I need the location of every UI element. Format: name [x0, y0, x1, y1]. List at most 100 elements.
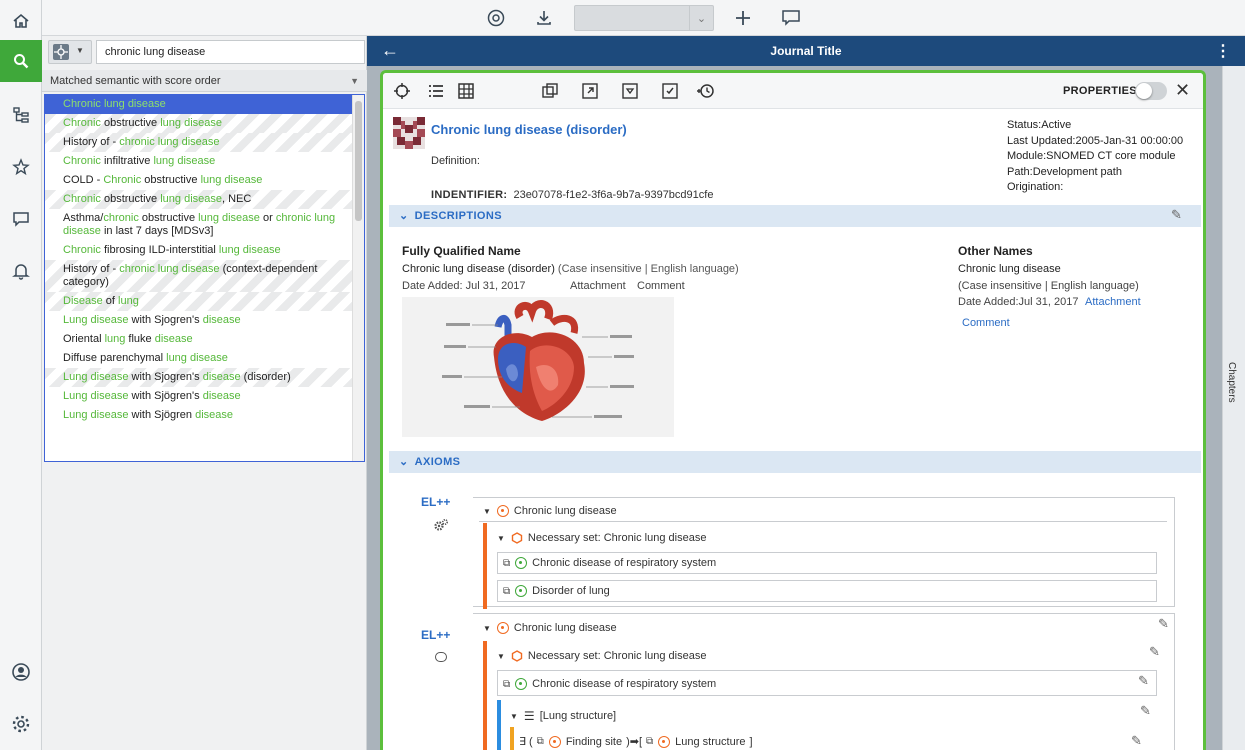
account-icon[interactable]: [0, 651, 42, 693]
gears-icon[interactable]: [433, 517, 449, 536]
search-result-item[interactable]: Chronic infiltrative lung disease: [45, 152, 364, 171]
search-result-item[interactable]: Lung disease with Sjogren's disease: [45, 311, 364, 330]
bell-icon[interactable]: [0, 250, 42, 292]
chat-icon[interactable]: [0, 198, 42, 240]
properties-toggle[interactable]: [1135, 82, 1167, 100]
chevron-down-icon: ▼: [350, 76, 359, 86]
axiom2-root-row[interactable]: ▼ Chronic lung disease: [483, 622, 617, 634]
list-icon[interactable]: [425, 80, 447, 102]
close-icon[interactable]: ✕: [1175, 80, 1190, 101]
axiom2-set-row[interactable]: ▼ Necessary set: Chronic lung disease: [497, 650, 706, 662]
table-icon[interactable]: [455, 80, 477, 102]
concept-orange-icon: [548, 735, 561, 748]
taxonomy-icon[interactable]: [0, 94, 42, 136]
fqn-row: Chronic lung disease (disorder) (Case in…: [402, 263, 739, 275]
axioms-section-header[interactable]: ⌄ AXIOMS: [389, 451, 1201, 473]
properties-label: PROPERTIES: [1063, 85, 1137, 97]
external-link-icon: ⧉: [503, 678, 511, 690]
definition-label: Definition:: [431, 155, 480, 167]
other-name-flags: (Case insensitive | English language): [958, 280, 1139, 292]
search-result-item[interactable]: History of - chronic lung disease (conte…: [45, 260, 364, 292]
concept-green-icon: [515, 678, 528, 690]
target-icon[interactable]: [484, 6, 508, 30]
search-results-list: Chronic lung disease Chronic obstructive …: [44, 94, 365, 462]
search-result-item[interactable]: Oriental lung fluke disease: [45, 330, 364, 349]
more-vert-icon[interactable]: ⋮: [1215, 41, 1231, 61]
sort-mode-select[interactable]: Matched semantic with score order ▼: [42, 70, 367, 92]
checkbox-icon[interactable]: [659, 80, 681, 102]
search-result-item[interactable]: Chronic lung disease: [45, 95, 364, 114]
external-link-icon: ⧉: [503, 585, 511, 597]
copy-icon[interactable]: [539, 80, 561, 102]
settings-icon[interactable]: [0, 703, 42, 745]
hexagon-icon: [511, 650, 523, 662]
concept-orange-icon: [496, 622, 509, 634]
home-icon[interactable]: [0, 0, 42, 42]
edit-pencil-icon[interactable]: ✎: [1131, 733, 1142, 749]
meta-last-updated: Last Updated:2005-Jan-31 00:00:00: [1007, 134, 1184, 147]
search-result-item[interactable]: Lung disease with Sjögren disease: [45, 406, 364, 425]
edit-pencil-icon[interactable]: ✎: [1140, 703, 1151, 719]
axiom-set-bar: [483, 641, 487, 750]
axiom1-set-row[interactable]: ▼ Necessary set: Chronic lung disease: [497, 532, 706, 544]
chevron-down-icon: ⌄: [399, 210, 409, 222]
search-result-item[interactable]: Chronic obstructive lung disease, NEC: [45, 190, 364, 209]
search-result-item[interactable]: Lung disease with Sjogren's disease (dis…: [45, 368, 364, 387]
speech-bubble-icon[interactable]: [435, 652, 447, 662]
edit-pencil-icon[interactable]: ✎: [1149, 644, 1160, 660]
other-name-comment-link[interactable]: Comment: [962, 317, 1010, 329]
search-result-item[interactable]: COLD - Chronic obstructive lung disease: [45, 171, 364, 190]
search-result-item[interactable]: History of - chronic lung disease: [45, 133, 364, 152]
fqn-flags: (Case insensitive | English language): [557, 263, 739, 275]
fqn-attachment-link[interactable]: Attachment: [570, 280, 626, 292]
publish-icon[interactable]: [619, 80, 641, 102]
descriptions-section-header[interactable]: ⌄ DESCRIPTIONS: [389, 205, 1201, 227]
chapters-label[interactable]: Chapters: [1226, 362, 1237, 403]
heart-diagram-image[interactable]: [402, 297, 674, 437]
results-scrollbar[interactable]: [352, 95, 364, 461]
search-mode-dropdown[interactable]: ▼: [48, 40, 92, 64]
axiom-role-bar: [510, 727, 514, 750]
comment-icon[interactable]: [779, 6, 803, 30]
left-rail: [0, 0, 42, 750]
chapters-panel[interactable]: [1222, 66, 1245, 750]
edit-pencil-icon[interactable]: ✎: [1158, 616, 1169, 632]
descriptions-label: DESCRIPTIONS: [414, 210, 502, 222]
axiom-group-bar: [497, 700, 501, 750]
search-result-item[interactable]: Chronic fibrosing ILD-interstitial lung …: [45, 241, 364, 260]
concept-metadata: Status:Active Last Updated:2005-Jan-31 0…: [1007, 118, 1183, 196]
crosshair-icon[interactable]: [391, 80, 413, 102]
meta-module: Module:SNOMED CT core module: [1007, 150, 1176, 162]
download-icon[interactable]: [532, 6, 556, 30]
external-link-icon: ⧉: [536, 736, 544, 747]
search-result-item[interactable]: Asthma/chronic obstructive lung disease …: [45, 209, 364, 241]
concept-orange-icon: [658, 735, 671, 748]
axiom1-root-row[interactable]: ▼ Chronic lung disease: [483, 505, 617, 517]
search-result-item[interactable]: Chronic obstructive lung disease: [45, 114, 364, 133]
identifier-row: INDENTIFIER: 23e07078-f1e2-3f6a-9b7a-939…: [431, 189, 713, 201]
chevron-down-icon: ▼: [76, 46, 84, 55]
open-external-icon[interactable]: [579, 80, 601, 102]
fqn-comment-link[interactable]: Comment: [637, 280, 685, 292]
fqn-heading: Fully Qualified Name: [402, 244, 521, 258]
other-names-heading: Other Names: [958, 244, 1033, 258]
axiom2-role-row[interactable]: ∃ ( ⧉ Finding site )➡[ ⧉ Lung structure …: [519, 735, 753, 748]
history-icon[interactable]: [695, 80, 717, 102]
star-icon[interactable]: [0, 146, 42, 188]
search-pane: ▼ Matched semantic with score order ▼ Ch…: [42, 36, 367, 750]
search-input[interactable]: [96, 40, 365, 64]
chevron-down-icon: ⌄: [399, 456, 409, 468]
meta-path: Path:Development path: [1007, 165, 1122, 178]
edit-pencil-icon[interactable]: ✎: [1171, 207, 1182, 223]
search-result-item[interactable]: Lung disease with Sjögren's disease: [45, 387, 364, 406]
edit-pencil-icon[interactable]: ✎: [1138, 673, 1149, 689]
search-result-item[interactable]: Disease of lung: [45, 292, 364, 311]
toolbar-select[interactable]: ⌄: [574, 5, 714, 31]
other-name-attachment-link[interactable]: Attachment: [1085, 296, 1141, 308]
search-result-item[interactable]: Diffuse parenchymal lung disease: [45, 349, 364, 368]
add-icon[interactable]: [731, 6, 755, 30]
axiom2-group-row[interactable]: ▼ ☰ [Lung structure]: [510, 709, 616, 723]
concept-title[interactable]: Chronic lung disease (disorder): [431, 122, 627, 137]
search-icon[interactable]: [0, 40, 42, 82]
identifier-value: 23e07078-f1e2-3f6a-9b7a-9397bcd91cfe: [513, 189, 714, 201]
